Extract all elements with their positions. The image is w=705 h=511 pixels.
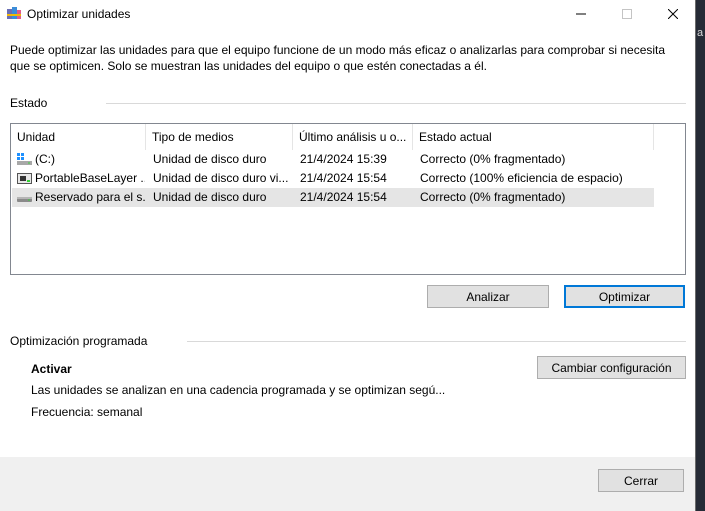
title-bar[interactable]: Optimizar unidades — [0, 0, 695, 28]
schedule-description: Las unidades se analizan en una cadencia… — [31, 383, 446, 397]
intro-description: Puede optimizar las unidades para que el… — [10, 43, 666, 73]
column-header-unit[interactable]: Unidad — [11, 124, 146, 150]
status-section-label: Estado — [10, 96, 48, 110]
drive-media-type: Unidad de disco duro — [153, 152, 267, 166]
optimize-button[interactable]: Optimizar — [564, 285, 685, 308]
drives-list-header: Unidad Tipo de medios Último análisis u … — [11, 124, 654, 150]
drives-list[interactable]: Unidad Tipo de medios Último análisis u … — [10, 123, 686, 275]
close-window-button[interactable] — [650, 0, 696, 28]
change-settings-button[interactable]: Cambiar configuración — [537, 356, 686, 379]
minimize-icon — [576, 13, 586, 15]
column-header-last-run[interactable]: Último análisis u o... — [293, 124, 413, 150]
drive-current-status: Correcto (100% eficiencia de espacio) — [420, 171, 623, 185]
defrag-app-icon — [7, 7, 21, 19]
drive-row-reserved[interactable]: Reservado para el s... Unidad de disco d… — [12, 188, 654, 207]
windows-drive-icon — [17, 153, 32, 165]
desktop-background — [696, 0, 705, 511]
maximize-button — [604, 0, 650, 28]
column-header-current-status[interactable]: Estado actual — [413, 124, 654, 150]
virtual-drive-icon — [17, 173, 32, 184]
drive-unit: (C:) — [35, 152, 55, 166]
scheduled-divider — [187, 341, 686, 342]
drive-current-status: Correcto (0% fragmentado) — [420, 190, 566, 204]
dialog-footer: Cerrar — [0, 457, 695, 511]
optimize-drives-window: Optimizar unidades Puede optimizar las u… — [0, 0, 696, 511]
status-divider — [106, 103, 686, 104]
scheduled-section-label: Optimización programada — [10, 334, 148, 348]
analyze-button[interactable]: Analizar — [427, 285, 549, 308]
drive-row-portable[interactable]: PortableBaseLayer ... Unidad de disco du… — [12, 169, 654, 188]
schedule-frequency: Frecuencia: semanal — [31, 405, 143, 419]
close-icon — [668, 9, 678, 19]
maximize-icon — [622, 9, 632, 19]
drive-media-type: Unidad de disco duro vi... — [153, 171, 289, 185]
drive-last-run: 21/4/2024 15:54 — [300, 171, 387, 185]
close-button[interactable]: Cerrar — [598, 469, 684, 492]
desktop-edge-text: a — [697, 27, 704, 39]
schedule-state: Activar — [31, 362, 72, 376]
hard-drive-icon — [17, 197, 32, 202]
drive-current-status: Correcto (0% fragmentado) — [420, 152, 566, 166]
drive-row-c[interactable]: (C:) Unidad de disco duro 21/4/2024 15:3… — [12, 150, 654, 169]
window-title: Optimizar unidades — [27, 7, 131, 21]
drive-last-run: 21/4/2024 15:39 — [300, 152, 387, 166]
drive-media-type: Unidad de disco duro — [153, 190, 267, 204]
drive-unit: PortableBaseLayer ... — [35, 171, 145, 185]
minimize-button[interactable] — [558, 0, 604, 28]
drive-last-run: 21/4/2024 15:54 — [300, 190, 387, 204]
column-header-media-type[interactable]: Tipo de medios — [146, 124, 293, 150]
drive-unit: Reservado para el s... — [35, 190, 145, 204]
